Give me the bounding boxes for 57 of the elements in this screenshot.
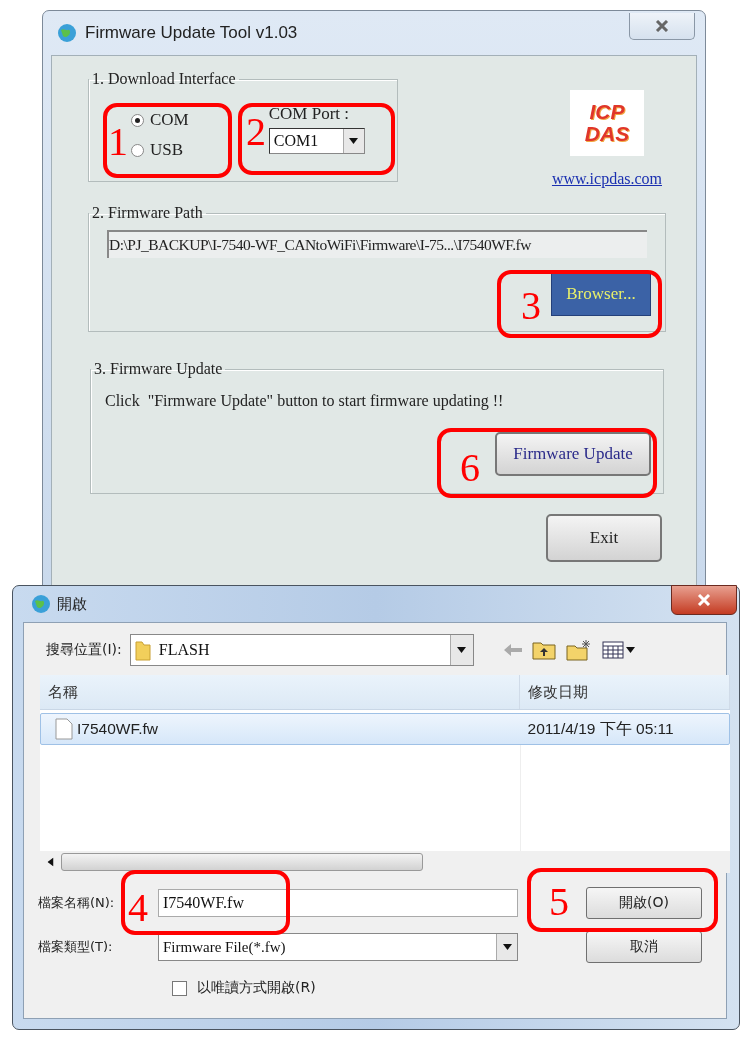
caret-icon bbox=[457, 647, 467, 653]
radio-button[interactable] bbox=[131, 113, 144, 127]
open-button[interactable]: 開啟(O) bbox=[586, 887, 702, 919]
file-type-label: 檔案類型(T): bbox=[38, 938, 113, 956]
file-type-dropdown[interactable]: Firmware File(*.fw) bbox=[158, 933, 518, 961]
read-only-checkbox[interactable] bbox=[172, 980, 187, 996]
file-row[interactable]: I7540WF.fw 2011/4/19 下午 05:11 bbox=[40, 713, 730, 745]
file-name: I7540WF.fw bbox=[77, 720, 158, 738]
callout-number: 3 bbox=[521, 286, 541, 326]
window-title: Firmware Update Tool v1.03 bbox=[85, 23, 299, 43]
callout-number: 2 bbox=[246, 112, 266, 152]
path-field[interactable]: D:\PJ_BACKUP\I-7540-WF_CANtoWiFi\Firmware\I-75...\I7540WF.fw bbox=[107, 230, 647, 258]
close-icon bbox=[697, 594, 711, 606]
group-title: 3. Firmware Update bbox=[93, 360, 224, 378]
group-title: 1. Download Interface bbox=[91, 70, 237, 88]
browse-button[interactable]: Browser... bbox=[551, 272, 651, 316]
port-label: COM Port : bbox=[268, 104, 351, 124]
file-icon bbox=[55, 718, 73, 740]
column-header[interactable]: 名稱 bbox=[40, 675, 520, 709]
up-folder-icon[interactable] bbox=[531, 640, 556, 660]
radio-label: COM bbox=[150, 110, 189, 130]
callout-number: 1 bbox=[108, 122, 128, 162]
folder-name: FLASH bbox=[158, 641, 210, 659]
globe-icon bbox=[31, 594, 51, 614]
logo: ICP DAS bbox=[569, 90, 644, 156]
view-menu-icon[interactable] bbox=[601, 641, 624, 659]
port-dropdown[interactable]: COM1 bbox=[268, 128, 365, 154]
website-link[interactable]: www.icpdas.com bbox=[551, 170, 662, 188]
view-caret-icon bbox=[625, 647, 635, 653]
folder-icon bbox=[134, 639, 151, 661]
firmware-update-button[interactable]: Firmware Update bbox=[495, 432, 651, 476]
look-in-dropdown[interactable]: FLASH bbox=[129, 634, 474, 666]
scroll-left-icon bbox=[47, 857, 54, 867]
callout-number: 4 bbox=[128, 888, 148, 928]
radio-label: USB bbox=[150, 140, 184, 160]
file-name-label: 檔案名稱(N): bbox=[38, 894, 115, 912]
new-folder-icon[interactable] bbox=[565, 639, 592, 661]
dialog-title: 開啟 bbox=[57, 594, 88, 614]
caret-icon bbox=[349, 138, 359, 144]
radio-button[interactable] bbox=[131, 143, 144, 157]
file-date: 2011/4/19 下午 05:11 bbox=[527, 718, 674, 739]
callout-number: 5 bbox=[549, 882, 569, 922]
close-button[interactable] bbox=[671, 585, 737, 615]
close-button[interactable] bbox=[629, 12, 695, 40]
callout-number: 6 bbox=[460, 448, 480, 488]
file-name-field[interactable]: I7540WF.fw bbox=[158, 889, 518, 917]
look-in-label: 搜尋位置(I): bbox=[46, 641, 122, 659]
group-title: 2. Firmware Path bbox=[91, 204, 204, 222]
exit-button[interactable]: Exit bbox=[546, 514, 662, 562]
column-header[interactable]: 修改日期 bbox=[520, 675, 730, 709]
read-only-label: 以唯讀方式開啟(R) bbox=[197, 979, 316, 997]
globe-icon bbox=[57, 23, 77, 43]
instruction-text: Click "Firmware Update" button to start firmware updating !! bbox=[105, 392, 505, 410]
horizontal-scrollbar[interactable] bbox=[40, 851, 730, 873]
close-icon bbox=[655, 19, 669, 32]
caret-icon bbox=[502, 944, 512, 950]
cancel-button[interactable]: 取消 bbox=[586, 931, 702, 963]
